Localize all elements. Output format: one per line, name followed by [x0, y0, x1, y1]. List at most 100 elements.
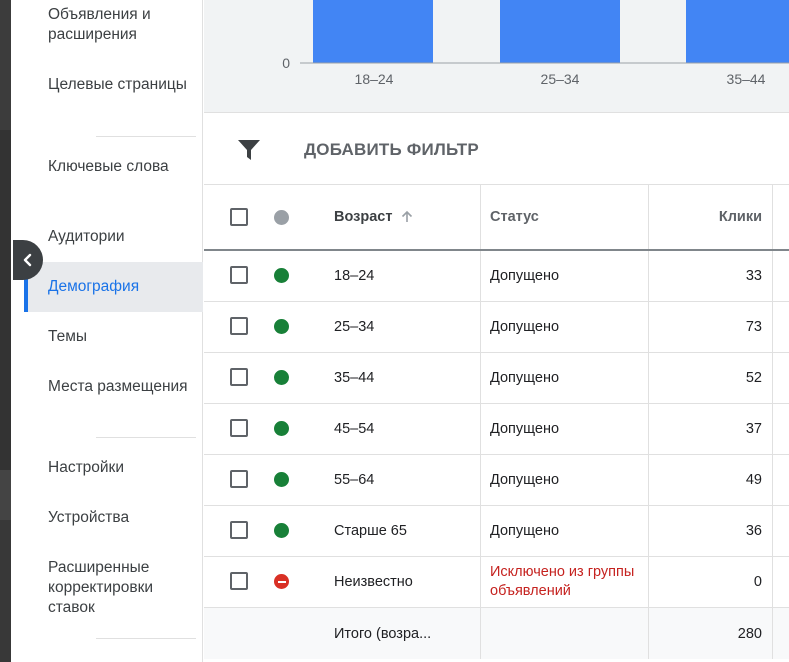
select-all-checkbox[interactable] — [230, 208, 248, 226]
age-cell: 18–24 — [334, 268, 375, 284]
x-tick-label: 18–24 — [355, 71, 394, 87]
sidebar-item-audiences[interactable]: Аудитории — [24, 227, 203, 247]
row-checkbox[interactable] — [230, 317, 248, 335]
sidebar-nav: Объявления и расширения Целевые страницы… — [24, 0, 203, 662]
column-divider — [648, 455, 649, 505]
y-tick-label: 0 — [282, 55, 290, 71]
column-header-clicks[interactable]: Клики — [650, 185, 762, 249]
table-row: Неизвестно Исключено из группы объявлений… — [204, 557, 789, 608]
table-row: 55–64 Допущено 49 — [204, 455, 789, 506]
table-header: Возраст Статус Клики — [204, 185, 789, 251]
x-tick-label: 25–34 — [541, 71, 580, 87]
row-checkbox[interactable] — [230, 470, 248, 488]
total-label: Итого (возра... — [334, 625, 432, 642]
table-row: Старше 65 Допущено 36 — [204, 506, 789, 557]
column-divider — [648, 251, 649, 301]
sidebar-item-ads-extensions[interactable]: Объявления и расширения — [24, 5, 203, 45]
status-cell: Допущено — [490, 319, 560, 335]
x-tick-label: 35–44 — [727, 71, 766, 87]
clicks-cell: 49 — [745, 472, 762, 488]
clicks-cell: 73 — [745, 319, 762, 335]
bar-chart: 0 18–24 25–34 35–44 — [282, 0, 789, 87]
sidebar-item-devices[interactable]: Устройства — [24, 508, 203, 528]
clicks-cell: 37 — [745, 421, 762, 437]
column-divider — [772, 353, 773, 403]
column-header-age[interactable]: Возраст — [334, 185, 479, 249]
sidebar-item-demographics[interactable]: Демография — [24, 262, 203, 312]
row-checkbox[interactable] — [230, 521, 248, 539]
arrow-up-icon — [402, 210, 413, 222]
column-divider — [648, 404, 649, 454]
status-filter-dot[interactable] — [274, 210, 289, 225]
sidebar-divider — [96, 437, 196, 438]
column-header-status[interactable]: Статус — [490, 185, 650, 249]
column-divider — [772, 608, 773, 659]
table-row: 45–54 Допущено 37 — [204, 404, 789, 455]
sidebar-item-landing-pages[interactable]: Целевые страницы — [24, 75, 203, 95]
column-divider — [480, 185, 481, 249]
sidebar-item-advanced-bid-adjustments[interactable]: Расширенные корректировки ставок — [24, 558, 203, 618]
sidebar-item-keywords[interactable]: Ключевые слова — [24, 157, 203, 177]
rail-segment — [0, 130, 11, 470]
app-rail — [0, 0, 11, 662]
column-divider — [480, 251, 481, 301]
row-checkbox[interactable] — [230, 266, 248, 284]
filter-bar: ДОБАВИТЬ ФИЛЬТР — [204, 113, 789, 185]
age-cell: Неизвестно — [334, 574, 413, 590]
rail-segment — [0, 470, 11, 520]
enabled-status-icon[interactable] — [274, 370, 289, 385]
age-cell: Старше 65 — [334, 523, 407, 539]
sidebar-item-topics[interactable]: Темы — [24, 327, 203, 347]
main-content: 0 18–24 25–34 35–44 ДОБАВИТЬ ФИЛЬТР Возр… — [204, 0, 789, 662]
column-divider — [648, 608, 649, 659]
enabled-status-icon[interactable] — [274, 421, 289, 436]
total-clicks: 280 — [737, 625, 762, 642]
age-cell: 45–54 — [334, 421, 375, 437]
bar-35-44 — [686, 0, 789, 63]
sidebar-item-settings[interactable]: Настройки — [24, 458, 203, 478]
column-divider — [480, 608, 481, 659]
add-filter-button[interactable]: ДОБАВИТЬ ФИЛЬТР — [304, 140, 479, 160]
bar-25-34 — [500, 0, 620, 63]
row-checkbox[interactable] — [230, 572, 248, 590]
status-cell: Исключено из группы объявлений — [490, 564, 635, 599]
column-divider — [772, 455, 773, 505]
sidebar-item-placements[interactable]: Места размещения — [24, 377, 203, 397]
table-total-row: Итого (возра... 280 — [204, 608, 789, 659]
enabled-status-icon[interactable] — [274, 472, 289, 487]
column-divider — [648, 557, 649, 607]
enabled-status-icon[interactable] — [274, 523, 289, 538]
chevron-left-icon — [23, 253, 32, 267]
sidebar-divider — [96, 136, 196, 137]
clicks-cell: 0 — [753, 574, 762, 590]
table-row: 25–34 Допущено 73 — [204, 302, 789, 353]
column-divider — [772, 506, 773, 556]
enabled-status-icon[interactable] — [274, 319, 289, 334]
column-divider — [772, 302, 773, 352]
column-divider — [648, 302, 649, 352]
filter-icon[interactable] — [238, 140, 260, 160]
enabled-status-icon[interactable] — [274, 268, 289, 283]
column-divider — [772, 404, 773, 454]
excluded-status-icon[interactable] — [274, 574, 289, 589]
column-header-age-label: Возраст — [334, 209, 393, 225]
column-divider — [480, 404, 481, 454]
column-divider — [648, 506, 649, 556]
rail-segment — [0, 520, 11, 662]
status-cell: Допущено — [490, 370, 560, 386]
age-cell: 25–34 — [334, 319, 375, 335]
age-cell: 55–64 — [334, 472, 375, 488]
column-divider — [480, 302, 481, 352]
status-cell: Допущено — [490, 523, 560, 539]
column-divider — [772, 185, 773, 249]
status-cell: Допущено — [490, 472, 560, 488]
row-checkbox[interactable] — [230, 419, 248, 437]
row-checkbox[interactable] — [230, 368, 248, 386]
clicks-cell: 33 — [745, 268, 762, 284]
column-divider — [772, 557, 773, 607]
column-divider — [480, 506, 481, 556]
column-divider — [648, 353, 649, 403]
clicks-cell: 36 — [745, 523, 762, 539]
table-row: 18–24 Допущено 33 — [204, 251, 789, 302]
column-divider — [648, 185, 649, 249]
